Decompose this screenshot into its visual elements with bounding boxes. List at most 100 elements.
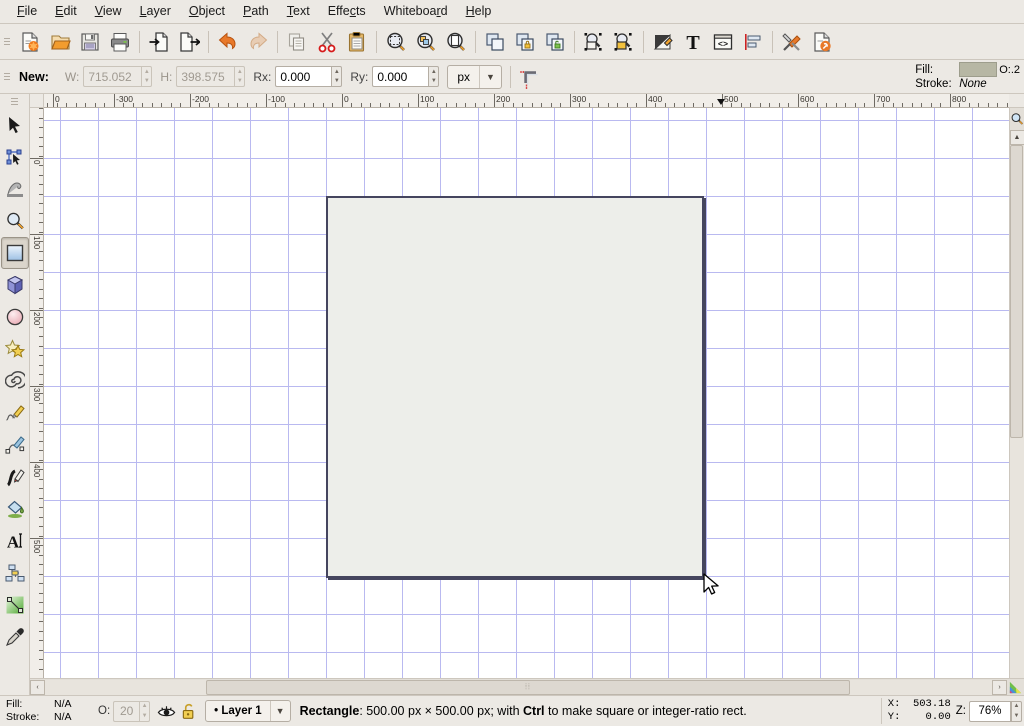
selector-tool[interactable] xyxy=(1,109,29,141)
scroll-left-arrow[interactable]: ‹ xyxy=(30,679,45,695)
zoom-spin-arrows[interactable]: ▲ ▼ xyxy=(1011,700,1022,722)
ry-spin-arrows[interactable]: ▲ ▼ xyxy=(428,66,440,87)
align-distribute-icon[interactable] xyxy=(738,27,768,57)
horizontal-scroll-thumb[interactable]: ⦙⦙ xyxy=(205,679,850,695)
calligraphy-tool[interactable] xyxy=(1,461,29,493)
menu-text[interactable]: Text xyxy=(278,2,319,21)
menu-object[interactable]: Object xyxy=(180,2,234,21)
node-editor-tool[interactable] xyxy=(1,141,29,173)
preferences-icon[interactable] xyxy=(777,27,807,57)
export-icon[interactable] xyxy=(174,27,204,57)
status-stroke-value[interactable]: N/A xyxy=(54,711,72,724)
scroll-right-arrow[interactable]: › xyxy=(992,679,1007,695)
new-document-icon[interactable] xyxy=(15,27,45,57)
scroll-up-arrow[interactable]: ▲ xyxy=(1009,130,1024,145)
duplicate-icon[interactable] xyxy=(480,27,510,57)
horizontal-ruler[interactable]: 0 -300 -200 -100 0 100 200 300 400 500 600 700 800 xyxy=(44,94,1009,108)
zoom-value[interactable]: 76% xyxy=(969,700,1011,722)
vertical-ruler[interactable]: 0 100 200 300 400 500 xyxy=(30,108,44,678)
import-icon[interactable] xyxy=(144,27,174,57)
ry-spinner[interactable]: ▲▼ xyxy=(372,66,440,87)
ruler-minor-tick xyxy=(39,593,43,594)
ungroup-icon[interactable] xyxy=(540,27,570,57)
zoom-control[interactable]: Z: 76% ▲ ▼ xyxy=(956,700,1022,722)
rx-spinner[interactable]: ▲▼ xyxy=(275,66,343,87)
unlock-icon[interactable] xyxy=(178,699,200,723)
edit-paths-icon[interactable] xyxy=(648,27,678,57)
eye-icon[interactable] xyxy=(154,699,178,723)
xml-editor-icon[interactable]: <> xyxy=(708,27,738,57)
ruler-minor-tick xyxy=(39,165,43,166)
menu-effects[interactable]: Effects xyxy=(319,2,375,21)
ellipse-tool[interactable] xyxy=(1,301,29,333)
fill-stroke-dialog-icon[interactable] xyxy=(609,27,639,57)
unit-selector[interactable]: px ▼ xyxy=(447,64,502,89)
ruler-minor-tick xyxy=(39,355,43,356)
zoom-page-icon[interactable] xyxy=(441,27,471,57)
layer-selector[interactable]: • Layer 1 ▼ xyxy=(205,700,291,722)
text-tool[interactable]: A xyxy=(1,525,29,557)
vertical-scroll-track[interactable] xyxy=(1009,438,1023,678)
height-spinner[interactable]: ▲▼ xyxy=(176,66,246,87)
print-document-icon[interactable] xyxy=(105,27,135,57)
group-icon[interactable] xyxy=(510,27,540,57)
pencil-tool[interactable] xyxy=(1,397,29,429)
ruler-minor-tick xyxy=(817,103,818,107)
star-tool[interactable] xyxy=(1,333,29,365)
zoom-corner-icon[interactable] xyxy=(1010,108,1024,130)
stroke-value[interactable]: None xyxy=(959,77,987,91)
menu-edit[interactable]: Edit xyxy=(46,2,86,21)
paint-bucket-tool[interactable] xyxy=(1,493,29,525)
menu-path[interactable]: Path xyxy=(234,2,278,21)
horizontal-scrollbar[interactable]: ‹ ⦙⦙ › xyxy=(30,678,1024,695)
zoom-tool[interactable] xyxy=(1,205,29,237)
palette-icon[interactable] xyxy=(1007,679,1024,696)
document-properties-icon[interactable] xyxy=(807,27,837,57)
menu-whiteboard[interactable]: Whiteboard xyxy=(375,2,457,21)
text-tool-dialog-icon[interactable]: T xyxy=(678,27,708,57)
redo-icon[interactable] xyxy=(243,27,273,57)
tweak-tool[interactable] xyxy=(1,173,29,205)
status-fill-value[interactable]: N/A xyxy=(54,698,72,711)
vertical-scrollbar[interactable]: ▲ xyxy=(1009,108,1024,678)
open-document-icon[interactable] xyxy=(45,27,75,57)
height-spin-arrows[interactable]: ▲ ▼ xyxy=(234,66,246,87)
undo-icon[interactable] xyxy=(213,27,243,57)
toolbar-grip[interactable] xyxy=(2,30,12,54)
ruler-minor-tick xyxy=(845,103,846,107)
connector-tool[interactable] xyxy=(1,557,29,589)
width-spinner[interactable]: ▲▼ xyxy=(83,66,153,87)
spiral-tool[interactable] xyxy=(1,365,29,397)
menu-view[interactable]: View xyxy=(86,2,131,21)
cut-icon[interactable] xyxy=(312,27,342,57)
zoom-drawing-icon[interactable] xyxy=(411,27,441,57)
toolbox-grip[interactable] xyxy=(11,98,18,105)
paste-icon[interactable] xyxy=(342,27,372,57)
ruler-minor-tick xyxy=(39,336,43,337)
horizontal-scroll-track[interactable]: ⦙⦙ xyxy=(45,679,992,695)
vertical-scroll-thumb[interactable] xyxy=(1009,145,1023,439)
menu-help[interactable]: Help xyxy=(457,2,501,21)
rx-spin-arrows[interactable]: ▲ ▼ xyxy=(331,66,343,87)
rectangle-shape[interactable] xyxy=(326,196,704,578)
rectangle-tool[interactable] xyxy=(0,237,29,269)
dropper-tool[interactable] xyxy=(1,621,29,653)
save-document-icon[interactable] xyxy=(75,27,105,57)
pen-tool[interactable] xyxy=(1,429,29,461)
ruler-minor-tick xyxy=(39,545,43,546)
drawing-canvas[interactable] xyxy=(44,108,1009,678)
gradient-tool[interactable] xyxy=(1,589,29,621)
opacity-spinner[interactable]: ▲▼ xyxy=(113,700,151,722)
menu-file[interactable]: File xyxy=(8,2,46,21)
fill-swatch[interactable] xyxy=(959,62,998,77)
ruler-label: 400 xyxy=(32,464,41,478)
width-spin-arrows[interactable]: ▲ ▼ xyxy=(141,66,153,87)
copy-icon[interactable] xyxy=(282,27,312,57)
remove-rounded-corners-icon[interactable] xyxy=(515,62,545,92)
optbar-grip[interactable] xyxy=(2,65,12,89)
object-properties-icon[interactable] xyxy=(579,27,609,57)
menu-layer[interactable]: Layer xyxy=(131,2,180,21)
zoom-selection-icon[interactable] xyxy=(381,27,411,57)
box3d-tool[interactable] xyxy=(1,269,29,301)
opacity-spin-arrows[interactable]: ▲ ▼ xyxy=(139,700,151,722)
